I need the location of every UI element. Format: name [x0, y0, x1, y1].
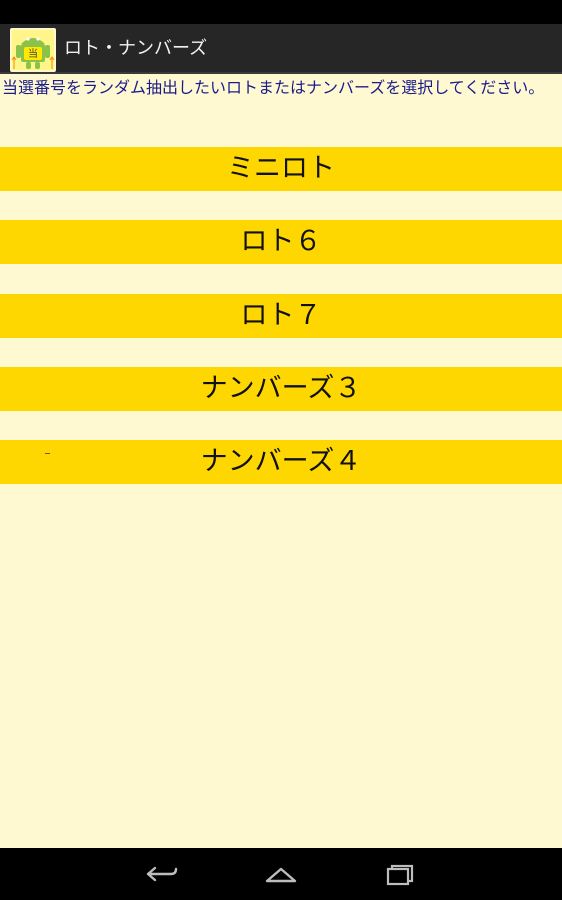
small-button-mark — [45, 453, 50, 454]
back-icon[interactable] — [143, 861, 179, 887]
navigation-bar — [0, 848, 562, 900]
app-title: ロト・ナンバーズ — [64, 38, 208, 59]
recent-apps-icon[interactable] — [383, 861, 419, 887]
loto6-button[interactable]: ロト６ — [0, 220, 562, 264]
numbers4-button[interactable]: ナンバーズ４ — [0, 440, 562, 484]
app-screen: 当 ロト・ナンバーズ 当選番号をランダム抽出したいロトまたはナンバーズを選択して… — [0, 0, 562, 900]
numbers3-button[interactable]: ナンバーズ３ — [0, 367, 562, 411]
svg-text:当: 当 — [28, 47, 38, 60]
status-bar — [0, 0, 562, 24]
loto7-button[interactable]: ロト７ — [0, 294, 562, 338]
mini-loto-button[interactable]: ミニロト — [0, 147, 562, 191]
lottery-selection-content: 当選番号をランダム抽出したいロトまたはナンバーズを選択してください。 ミニロト … — [0, 76, 562, 848]
instruction-text: 当選番号をランダム抽出したいロトまたはナンバーズを選択してください。 — [2, 78, 545, 97]
action-bar: 当 ロト・ナンバーズ — [0, 24, 562, 74]
android-lottery-icon: 当 — [10, 28, 56, 72]
home-icon[interactable] — [263, 861, 299, 887]
